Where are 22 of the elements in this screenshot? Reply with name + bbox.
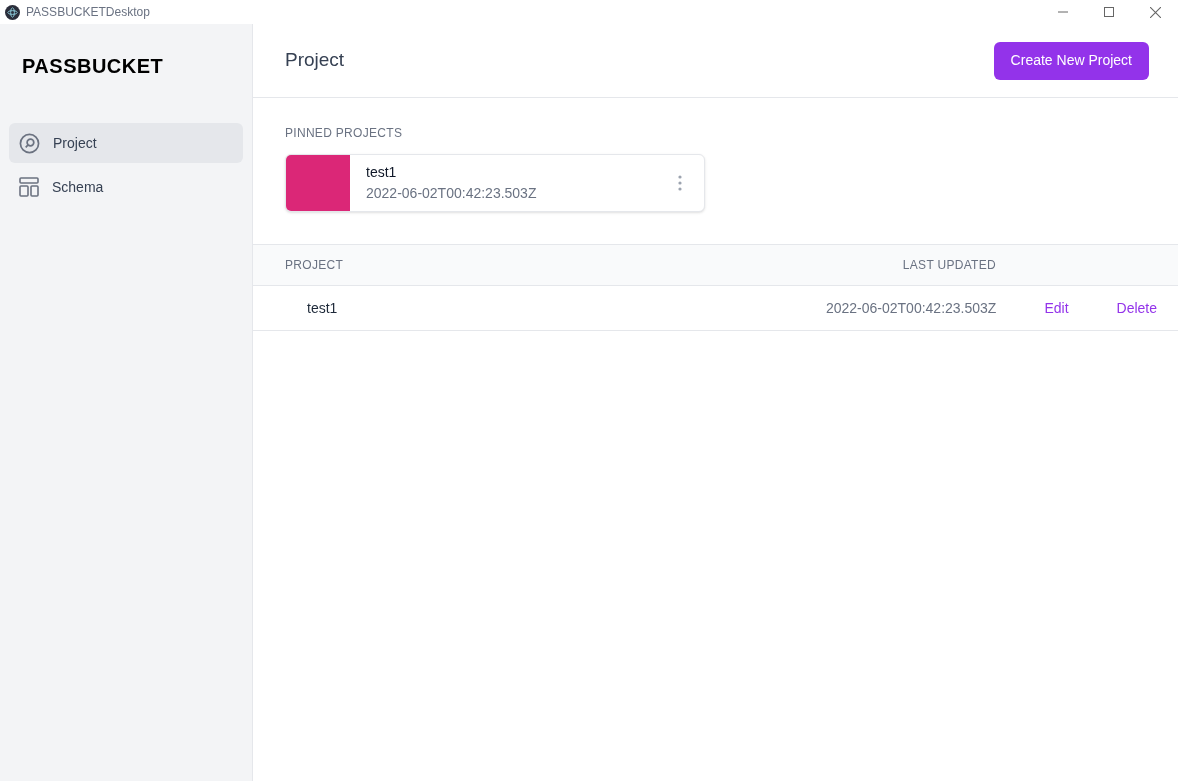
create-project-button[interactable]: Create New Project xyxy=(993,41,1149,80)
window-title: PASSBUCKETDesktop xyxy=(26,4,150,21)
sidebar-item[interactable]: Schema xyxy=(9,167,243,207)
table-cell-text: 2022-06-02T00:42:23.503Z xyxy=(825,298,997,318)
close-icon xyxy=(1149,6,1161,18)
project-date: 2022-06-02T00:42:23.503Z xyxy=(366,184,537,203)
table-cell-text: test1 xyxy=(307,298,338,318)
layout-icon xyxy=(19,177,39,197)
search-icon xyxy=(19,132,40,154)
app-icon xyxy=(5,4,20,20)
page-title: Project xyxy=(285,48,345,73)
column-header: LAST UPDATED xyxy=(902,257,996,274)
vertical-dots-icon xyxy=(678,175,682,191)
pinned-project-card[interactable]: test1 2022-06-02T00:42:23.503Z xyxy=(285,154,705,212)
delete-link[interactable]: Delete xyxy=(1116,297,1157,319)
section-heading: PINNED PROJECTS xyxy=(285,125,403,142)
column-header: PROJECT xyxy=(285,257,344,274)
maximize-icon xyxy=(1104,7,1114,17)
app-logo: PASSBUCKET xyxy=(22,54,164,79)
sidebar-item[interactable]: Project xyxy=(9,123,243,163)
project-name: test1 xyxy=(366,163,397,182)
edit-link[interactable]: Edit xyxy=(1044,297,1069,319)
